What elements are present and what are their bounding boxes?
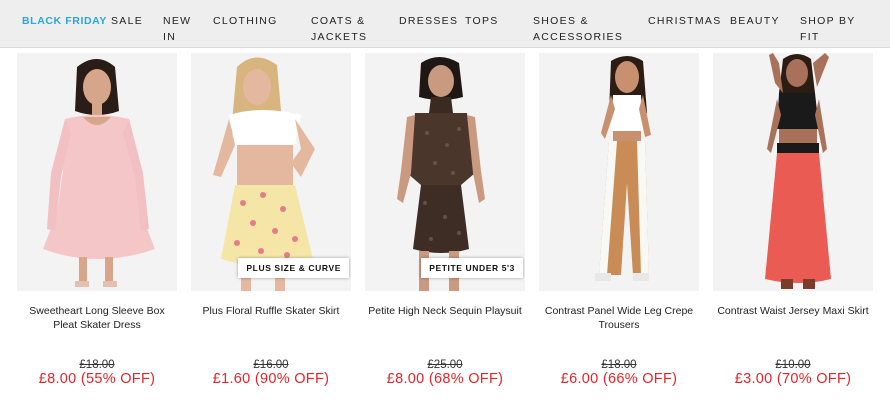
- product-image[interactable]: [713, 53, 873, 291]
- nav-item-shop-by-fit[interactable]: SHOP BY FIT: [800, 13, 856, 45]
- nav-item-clothing[interactable]: CLOTHING: [213, 13, 278, 29]
- category-badge: PETITE UNDER 5'3: [421, 258, 523, 278]
- product-image[interactable]: PLUS SIZE & CURVE: [191, 53, 351, 291]
- sale-price: £6.00 (66% OFF): [560, 371, 678, 387]
- product-card[interactable]: PLUS SIZE & CURVE Plus Floral Ruffle Ska…: [191, 48, 359, 404]
- product-name[interactable]: Contrast Waist Jersey Maxi Skirt: [713, 304, 873, 318]
- nav-item-black-friday[interactable]: BLACK FRIDAY: [22, 13, 107, 29]
- product-card[interactable]: Contrast Panel Wide Leg Crepe Trousers £…: [539, 48, 707, 404]
- product-name[interactable]: Sweetheart Long Sleeve Box Pleat Skater …: [17, 304, 177, 332]
- sale-price: £3.00 (70% OFF): [734, 371, 852, 387]
- original-price: £16.00: [253, 359, 289, 371]
- original-price: £10.00: [775, 359, 811, 371]
- original-price: £18.00: [79, 359, 115, 371]
- product-card[interactable]: PETITE UNDER 5'3 Petite High Neck Sequin…: [365, 48, 533, 404]
- original-price: £25.00: [427, 359, 463, 371]
- product-name[interactable]: Contrast Panel Wide Leg Crepe Trousers: [539, 304, 699, 332]
- sale-price: £1.60 (90% OFF): [212, 371, 330, 387]
- product-grid: Sweetheart Long Sleeve Box Pleat Skater …: [0, 48, 890, 404]
- product-name[interactable]: Plus Floral Ruffle Skater Skirt: [191, 304, 351, 318]
- product-image[interactable]: PETITE UNDER 5'3: [365, 53, 525, 291]
- product-card[interactable]: Contrast Waist Jersey Maxi Skirt £10.00 …: [713, 48, 881, 404]
- nav-item-new-in[interactable]: NEW IN: [163, 13, 191, 45]
- product-name[interactable]: Petite High Neck Sequin Playsuit: [365, 304, 525, 318]
- sale-price: £8.00 (55% OFF): [38, 371, 156, 387]
- nav-item-beauty[interactable]: BEAUTY: [730, 13, 780, 29]
- nav-item-tops[interactable]: TOPS: [465, 13, 499, 29]
- nav-item-coats-jackets[interactable]: COATS & JACKETS: [311, 13, 367, 45]
- nav-item-christmas[interactable]: CHRISTMAS: [648, 13, 722, 29]
- sale-price: £8.00 (68% OFF): [386, 371, 504, 387]
- nav-item-sale[interactable]: SALE: [111, 13, 143, 29]
- category-badge: PLUS SIZE & CURVE: [238, 258, 349, 278]
- nav-item-dresses[interactable]: DRESSES: [399, 13, 458, 29]
- product-image[interactable]: [17, 53, 177, 291]
- original-price: £18.00: [601, 359, 637, 371]
- product-card[interactable]: Sweetheart Long Sleeve Box Pleat Skater …: [17, 48, 185, 404]
- top-navigation: BLACK FRIDAY SALE NEW IN CLOTHING COATS …: [0, 0, 890, 48]
- product-image[interactable]: [539, 53, 699, 291]
- nav-item-shoes-accessories[interactable]: SHOES & ACCESSORIES: [533, 13, 623, 45]
